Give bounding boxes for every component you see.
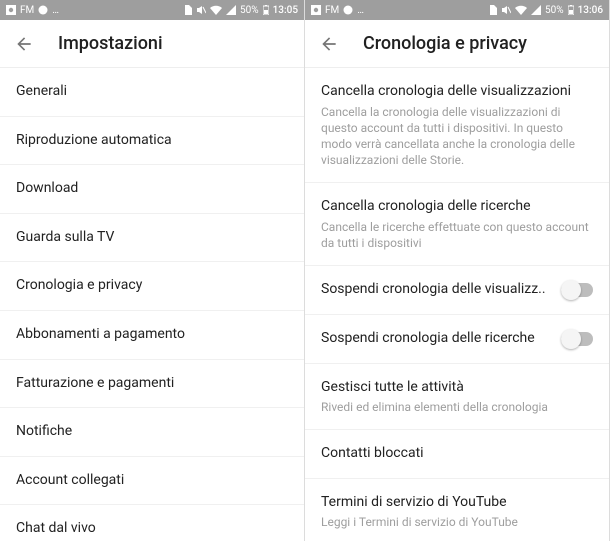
settings-screen: FM … 50% 13:05 xyxy=(0,0,304,541)
settings-item-history-privacy[interactable]: Cronologia e privacy xyxy=(0,262,304,311)
signal-icon xyxy=(531,5,541,15)
item-label: Contatti bloccati xyxy=(321,444,593,464)
item-label: Account collegati xyxy=(16,471,288,491)
item-sublabel: Cancella la cronologia delle visualizzaz… xyxy=(321,104,593,169)
back-icon[interactable] xyxy=(319,34,339,54)
item-label: Fatturazione e pagamenti xyxy=(16,374,288,394)
history-privacy-screen: FM … 50% 13:06 xyxy=(305,0,609,541)
toggle-pause-search[interactable] xyxy=(561,332,593,346)
settings-item-live-chat[interactable]: Chat dal vivo xyxy=(0,505,304,541)
item-label: Cancella cronologia delle ricerche xyxy=(321,197,593,217)
item-label: Termini di servizio di YouTube xyxy=(321,493,593,513)
item-label: Download xyxy=(16,179,288,199)
signal-icon xyxy=(226,5,236,15)
item-pause-search-history[interactable]: Sospendi cronologia delle ricerche xyxy=(305,315,609,364)
statusbar: FM … 50% 13:06 xyxy=(305,0,609,20)
back-icon[interactable] xyxy=(14,34,34,54)
settings-item-generali[interactable]: Generali xyxy=(0,68,304,117)
item-label: Sospendi cronologia delle visualizz.. xyxy=(321,280,551,300)
item-label: Guarda sulla TV xyxy=(16,228,288,248)
settings-item-notifications[interactable]: Notifiche xyxy=(0,408,304,457)
wifi-icon xyxy=(515,5,527,15)
toggle-pause-watch[interactable] xyxy=(561,283,593,297)
settings-item-download[interactable]: Download xyxy=(0,165,304,214)
fm-label: FM xyxy=(325,5,339,16)
settings-item-tv[interactable]: Guarda sulla TV xyxy=(0,214,304,263)
item-label: Riproduzione automatica xyxy=(16,131,288,151)
nosim-icon xyxy=(489,5,497,15)
settings-list: Generali Riproduzione automatica Downloa… xyxy=(0,68,304,541)
item-pause-watch-history[interactable]: Sospendi cronologia delle visualizz.. xyxy=(305,266,609,315)
battery-percent: 50% xyxy=(545,5,564,16)
mute-icon xyxy=(196,5,206,15)
item-label: Cronologia e privacy xyxy=(16,276,288,296)
item-label: Generali xyxy=(16,82,288,102)
item-label: Cancella cronologia delle visualizzazion… xyxy=(321,82,593,102)
item-label: Notifiche xyxy=(16,422,288,442)
ellipsis-icon: … xyxy=(357,5,364,16)
item-label: Chat dal vivo xyxy=(16,519,288,539)
battery-percent: 50% xyxy=(240,5,259,16)
item-clear-watch-history[interactable]: Cancella cronologia delle visualizzazion… xyxy=(305,68,609,183)
battery-icon xyxy=(263,5,269,15)
item-sublabel: Leggi i Termini di servizio di YouTube xyxy=(321,514,593,530)
page-title: Cronologia e privacy xyxy=(363,33,527,54)
wifi-icon xyxy=(210,5,222,15)
item-clear-search-history[interactable]: Cancella cronologia delle ricerche Cance… xyxy=(305,183,609,266)
fm-label: FM xyxy=(20,5,34,16)
settings-item-linked-accounts[interactable]: Account collegati xyxy=(0,457,304,506)
clock: 13:06 xyxy=(578,5,603,16)
item-label: Gestisci tutte le attività xyxy=(321,378,593,398)
header: Cronologia e privacy xyxy=(305,20,609,68)
photo-icon xyxy=(6,5,16,15)
page-title: Impostazioni xyxy=(58,33,163,54)
settings-item-billing[interactable]: Fatturazione e pagamenti xyxy=(0,360,304,409)
ellipsis-icon: … xyxy=(52,5,59,16)
circle-icon xyxy=(38,5,48,15)
battery-icon xyxy=(568,5,574,15)
item-manage-activity[interactable]: Gestisci tutte le attività Rivedi ed eli… xyxy=(305,364,609,431)
mute-icon xyxy=(501,5,511,15)
item-label: Sospendi cronologia delle ricerche xyxy=(321,329,551,349)
statusbar: FM … 50% 13:05 xyxy=(0,0,304,20)
photo-icon xyxy=(311,5,321,15)
item-sublabel: Rivedi ed elimina elementi della cronolo… xyxy=(321,399,593,415)
privacy-list: Cancella cronologia delle visualizzazion… xyxy=(305,68,609,541)
nosim-icon xyxy=(184,5,192,15)
item-blocked-contacts[interactable]: Contatti bloccati xyxy=(305,430,609,479)
header: Impostazioni xyxy=(0,20,304,68)
item-label: Abbonamenti a pagamento xyxy=(16,325,288,345)
circle-icon xyxy=(343,5,353,15)
settings-item-subscriptions[interactable]: Abbonamenti a pagamento xyxy=(0,311,304,360)
clock: 13:05 xyxy=(273,5,298,16)
settings-item-autoplay[interactable]: Riproduzione automatica xyxy=(0,117,304,166)
item-youtube-tos[interactable]: Termini di servizio di YouTube Leggi i T… xyxy=(305,479,609,541)
item-sublabel: Cancella le ricerche effettuate con ques… xyxy=(321,219,593,251)
